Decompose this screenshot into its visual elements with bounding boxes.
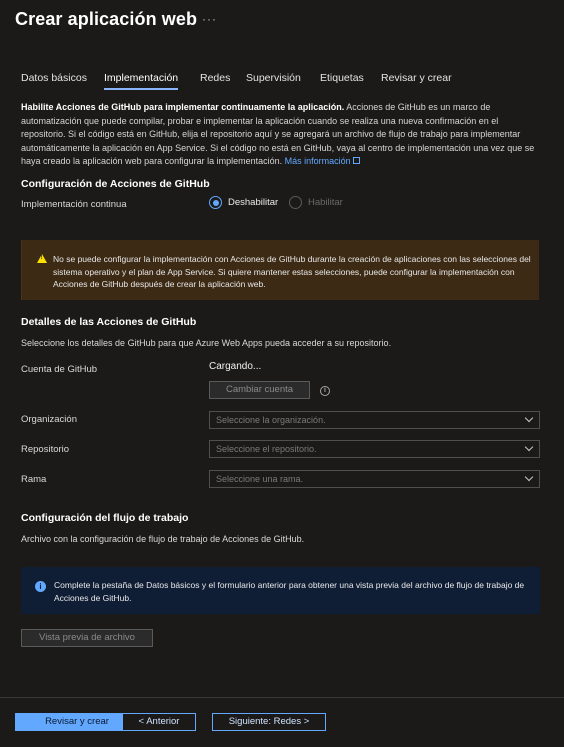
- next-button[interactable]: Siguiente: Redes >: [212, 713, 326, 731]
- page-title: Crear aplicación web: [15, 9, 198, 29]
- repository-select[interactable]: Seleccione el repositorio.: [209, 440, 540, 458]
- review-create-button[interactable]: Revisar y crear: [15, 713, 139, 731]
- organization-placeholder: Seleccione la organización.: [216, 415, 326, 425]
- tab-tags[interactable]: Etiquetas: [320, 72, 364, 84]
- chevron-down-icon: [524, 413, 534, 423]
- repository-placeholder: Seleccione el repositorio.: [216, 444, 317, 454]
- details-description: Seleccione los detalles de GitHub para q…: [21, 338, 392, 348]
- tab-deployment[interactable]: Implementación: [104, 72, 179, 90]
- info-icon[interactable]: i: [320, 386, 330, 396]
- warning-banner: No se puede configurar la implementación…: [21, 240, 539, 300]
- warning-text: No se puede configurar la implementación…: [53, 254, 531, 289]
- external-link-icon: [352, 157, 360, 164]
- tab-monitoring[interactable]: Supervisión: [246, 72, 301, 84]
- disable-radio[interactable]: [209, 196, 222, 209]
- details-heading: Detalles de las Acciones de GitHub: [21, 316, 197, 328]
- enable-radio-label[interactable]: Habilitar: [308, 197, 343, 208]
- chevron-down-icon: [524, 472, 534, 482]
- warning-icon: [37, 254, 47, 263]
- github-account-label: Cuenta de GitHub: [21, 364, 98, 375]
- info-text: Complete la pestaña de Datos básicos y e…: [54, 580, 525, 603]
- intro-text: Habilite Acciones de GitHub para impleme…: [21, 101, 541, 169]
- change-account-button[interactable]: Cambiar cuenta: [209, 381, 310, 399]
- tab-networking[interactable]: Redes: [200, 72, 230, 84]
- intro-bold: Habilite Acciones de GitHub para impleme…: [21, 102, 345, 112]
- info-icon: i: [35, 581, 46, 592]
- repository-label: Repositorio: [21, 444, 70, 455]
- preview-file-button[interactable]: Vista previa de archivo: [21, 629, 153, 647]
- enable-radio[interactable]: [289, 196, 302, 209]
- organization-label: Organización: [21, 414, 77, 425]
- branch-placeholder: Seleccione una rama.: [216, 474, 304, 484]
- continuous-deployment-label: Implementación continua: [21, 199, 127, 210]
- actions-config-heading: Configuración de Acciones de GitHub: [21, 178, 210, 190]
- tab-basics[interactable]: Datos básicos: [21, 72, 87, 84]
- learn-more-link[interactable]: Más información: [285, 156, 351, 166]
- disable-radio-label[interactable]: Deshabilitar: [228, 197, 278, 208]
- info-banner: i Complete la pestaña de Datos básicos y…: [21, 567, 540, 614]
- workflow-heading: Configuración del flujo de trabajo: [21, 512, 189, 524]
- organization-select[interactable]: Seleccione la organización.: [209, 411, 540, 429]
- github-account-value: Cargando...: [209, 361, 262, 372]
- footer-divider: [0, 697, 564, 698]
- workflow-description: Archivo con la configuración de flujo de…: [21, 534, 305, 544]
- branch-select[interactable]: Seleccione una rama.: [209, 470, 540, 488]
- branch-label: Rama: [21, 474, 47, 485]
- tab-review-create[interactable]: Revisar y crear: [381, 72, 452, 84]
- chevron-down-icon: [524, 442, 534, 452]
- previous-button[interactable]: < Anterior: [122, 713, 196, 731]
- more-options-icon[interactable]: ···: [202, 12, 217, 26]
